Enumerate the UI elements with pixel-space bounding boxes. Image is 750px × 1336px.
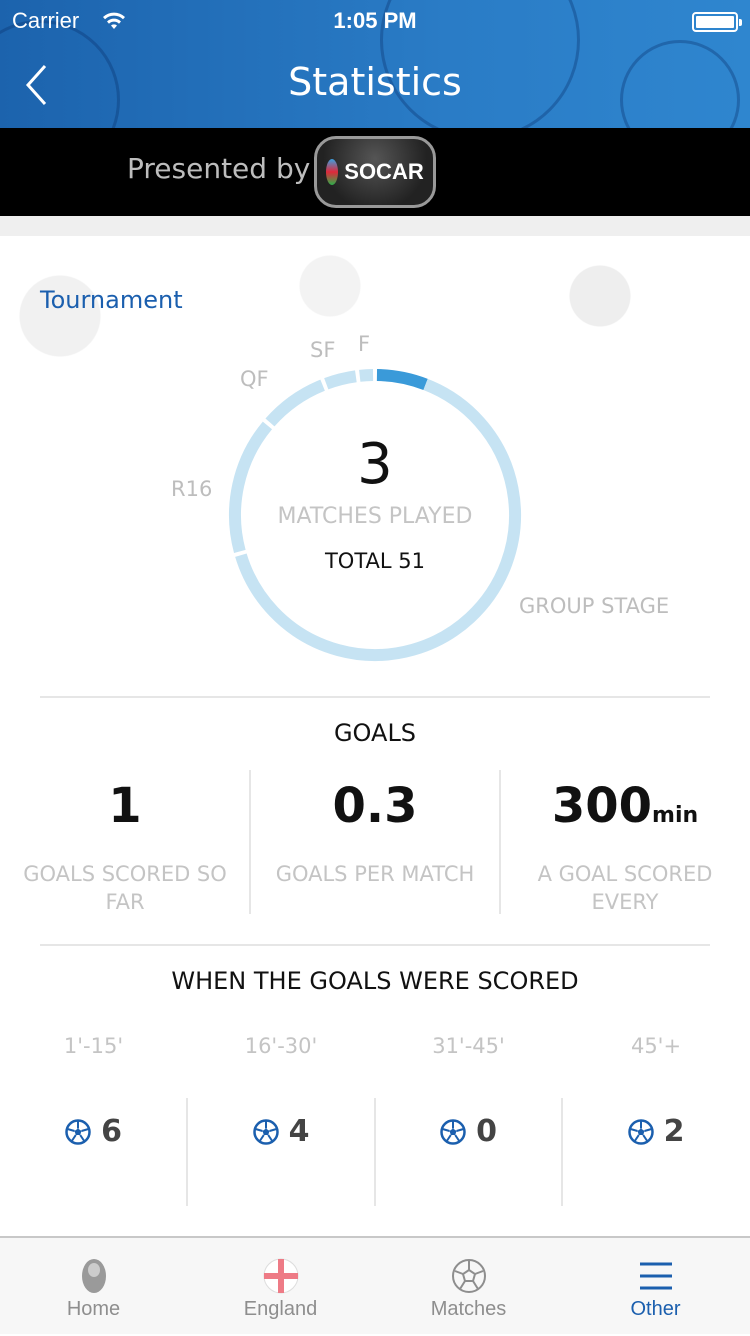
goal-every-stat: 300min A GOAL SCORED EVERY [500, 770, 750, 916]
tab-label: Home [66, 1298, 121, 1320]
time-range: 1'-15' [63, 1034, 124, 1058]
stat-value: 1 [108, 778, 142, 834]
stage-label-group: GROUP STAGE [519, 594, 670, 618]
stat-label: GOALS PER MATCH [275, 862, 475, 886]
ring-segment-played [376, 369, 428, 391]
tab-label: England [243, 1298, 318, 1320]
total-matches: TOTAL 51 [324, 549, 426, 573]
stage-label-f: F [358, 332, 371, 356]
divider [186, 1098, 188, 1206]
goal-time-column: 31'-45' 0 [375, 1034, 562, 1149]
goals-per-match-stat: 0.3 GOALS PER MATCH [250, 770, 500, 888]
goal-count: 2 [663, 1114, 685, 1149]
matches-played-value: 3 [357, 432, 393, 497]
divider [374, 1098, 376, 1206]
menu-icon [639, 1262, 672, 1290]
soccer-ball-icon [65, 1118, 91, 1145]
goal-time-column: 16'-30' 4 [188, 1034, 375, 1149]
divider [40, 696, 710, 698]
goal-time-column: 1'-15' 6 [0, 1034, 187, 1149]
england-flag-icon [263, 1258, 298, 1294]
stat-label: GOALS SCORED SO FAR [23, 862, 227, 914]
goal-count: 6 [101, 1114, 122, 1149]
stat-unit: min [652, 803, 699, 828]
time-range: 16'-30' [244, 1034, 318, 1058]
tab-england[interactable]: England [187, 1238, 374, 1336]
time-range: 45'+ [630, 1034, 682, 1058]
matches-played-label: MATCHES PLAYED [277, 504, 473, 529]
stat-value: 0.3 [332, 778, 418, 834]
ring-segment-sf [324, 370, 357, 390]
soccer-ball-icon [252, 1118, 279, 1145]
ring-segment-qf [265, 379, 325, 427]
divider [561, 1098, 563, 1206]
goal-count: 0 [476, 1114, 497, 1149]
tab-other[interactable]: Other [562, 1238, 749, 1336]
tab-label: Matches [430, 1298, 507, 1320]
tab-bar: Home England Matches Other [0, 1236, 750, 1334]
stat-label: A GOAL SCORED EVERY [537, 862, 713, 914]
goal-time-column: 45'+ 2 [563, 1034, 750, 1149]
stat-value: 300 [551, 778, 653, 834]
ring-segment-f [359, 369, 374, 382]
tab-label: Other [630, 1298, 681, 1320]
goal-count: 4 [288, 1114, 310, 1149]
tab-matches[interactable]: Matches [375, 1238, 562, 1336]
trophy-icon [81, 1259, 106, 1293]
goals-heading: GOALS [333, 719, 417, 747]
soccer-ball-icon [451, 1259, 486, 1293]
goal-times-heading: WHEN THE GOALS WERE SCORED [171, 967, 579, 995]
stage-label-sf: SF [310, 338, 336, 362]
time-range: 31'-45' [432, 1034, 505, 1058]
soccer-ball-icon [440, 1118, 466, 1145]
divider [40, 944, 710, 946]
stage-label-qf: QF [240, 367, 269, 391]
goals-scored-stat: 1 GOALS SCORED SO FAR [0, 770, 250, 916]
tab-home[interactable]: Home [0, 1238, 187, 1336]
soccer-ball-icon [627, 1118, 654, 1145]
